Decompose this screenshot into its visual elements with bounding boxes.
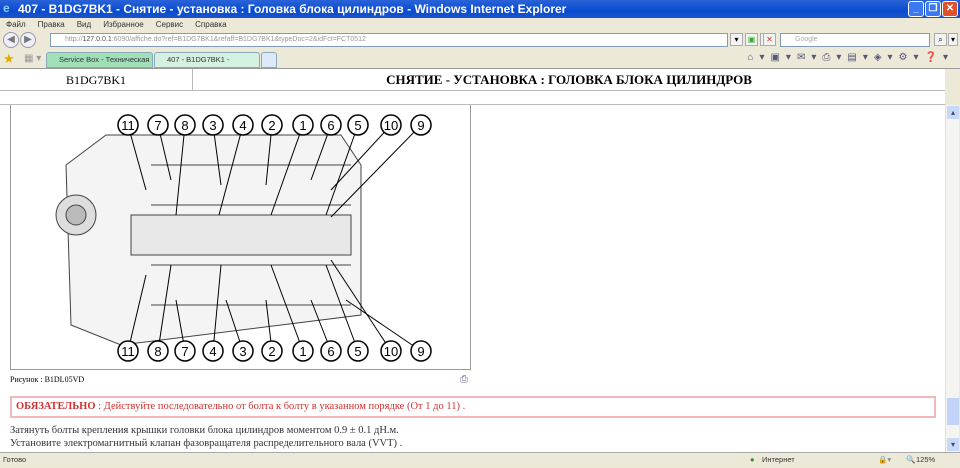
callout-label: 9: [417, 344, 424, 359]
window-title: 407 - B1DG7BK1 - Снятие - установка : Го…: [18, 2, 567, 16]
callout-label: 3: [209, 118, 216, 133]
instruction-line-2: Установите электромагнитный клапан фазов…: [10, 438, 403, 449]
close-button[interactable]: ✕: [942, 1, 958, 17]
figure-frame: 11 7 8 3 4 2 1 6 5 10 9 11 8 7 4 3 2 1 6 5 10 9: [10, 105, 471, 370]
callout-label: 6: [327, 118, 334, 133]
vertical-scrollbar[interactable]: ▴ ▾: [945, 105, 959, 452]
menu-edit[interactable]: Правка: [38, 20, 65, 29]
search-icon[interactable]: ⌕: [934, 33, 947, 46]
callout-label: 8: [154, 344, 161, 359]
zoom-level[interactable]: 125%: [916, 453, 935, 467]
callout-label: 10: [384, 344, 398, 359]
doc-code: B1DG7BK1: [0, 69, 193, 91]
ie-logo-icon: e: [3, 1, 10, 15]
favorites-star-icon[interactable]: ★: [3, 51, 15, 67]
page-title: СНЯТИЕ - УСТАНОВКА : ГОЛОВКА БЛОКА ЦИЛИН…: [386, 72, 752, 87]
command-bar-icons[interactable]: ⌂▾▣▾✉▾⎙▾▤▾◈▾⚙▾❓▾: [747, 52, 954, 63]
menu-file[interactable]: Файл: [6, 20, 26, 29]
warning-text: : Действуйте последовательно от болта к …: [95, 401, 466, 412]
tab-active[interactable]: 407 - B1DG7BK1 - Сняти... X: [154, 52, 260, 78]
callout-label: 7: [181, 344, 188, 359]
search-input[interactable]: Google: [780, 33, 930, 47]
title-bar: e 407 - B1DG7BK1 - Снятие - установка : …: [0, 0, 960, 18]
dropdown-icon[interactable]: ▾: [730, 33, 743, 46]
status-text: Готово: [3, 455, 27, 464]
tab-bar: ★ ▦ ▾ Service Box - Техническая ... 407 …: [0, 49, 960, 78]
figure-caption: Рисунок : B1DL05VD: [10, 375, 85, 384]
doc-header: B1DG7BK1 СНЯТИЕ - УСТАНОВКА : ГОЛОВКА БЛ…: [0, 69, 945, 91]
menu-bar: Файл Правка Вид Избранное Сервис Справка: [0, 18, 960, 31]
callout-label: 1: [299, 344, 306, 359]
protected-mode-icon[interactable]: 🔒▾: [878, 453, 891, 467]
scroll-up-icon[interactable]: ▴: [947, 106, 959, 119]
callout-label: 2: [268, 118, 275, 133]
callout-label: 11: [121, 344, 135, 359]
status-bar: Готово ● Интернет 🔒▾ 🔍 125%: [0, 452, 960, 468]
scroll-down-icon[interactable]: ▾: [947, 438, 959, 451]
address-input[interactable]: http://127.0.0.1:6090/affiche.do?ref=B1D…: [50, 33, 728, 47]
engine-diagram: 11 7 8 3 4 2 1 6 5 10 9 11 8 7 4 3 2 1 6 5 10 9: [55, 114, 432, 362]
warning-box: ОБЯЗАТЕЛЬНО : Действуйте последовательно…: [10, 396, 936, 418]
callout-label: 2: [268, 344, 275, 359]
url-prefix: http://: [65, 36, 83, 43]
menu-tools[interactable]: Сервис: [156, 20, 183, 29]
warning-label: ОБЯЗАТЕЛЬНО: [16, 401, 96, 412]
new-tab-button[interactable]: [261, 52, 277, 68]
globe-icon: ●: [750, 455, 755, 464]
zone-text: Интернет: [762, 455, 795, 464]
forward-button[interactable]: ▶: [20, 32, 36, 48]
menu-favorites[interactable]: Избранное: [103, 20, 144, 29]
print-figure-icon[interactable]: ⎙: [460, 374, 468, 385]
minimize-button[interactable]: _: [908, 1, 924, 17]
callout-label: 11: [121, 118, 135, 133]
search-options-icon[interactable]: ▾: [948, 33, 958, 46]
callout-label: 5: [354, 344, 361, 359]
quick-tabs-icon[interactable]: ▦ ▾: [24, 53, 41, 64]
page-content: B1DG7BK1 СНЯТИЕ - УСТАНОВКА : ГОЛОВКА БЛ…: [0, 69, 945, 452]
callout-label: 8: [181, 118, 188, 133]
search-placeholder: Google: [795, 36, 818, 43]
menu-view[interactable]: Вид: [77, 20, 91, 29]
callout-label: 10: [384, 118, 398, 133]
tab-service-box[interactable]: Service Box - Техническая ...: [46, 52, 153, 78]
callout-label: 7: [154, 118, 161, 133]
callout-label: 4: [209, 344, 216, 359]
scroll-thumb[interactable]: [947, 398, 959, 425]
callout-label: 5: [354, 118, 361, 133]
callout-label: 1: [299, 118, 306, 133]
zoom-icon[interactable]: 🔍: [906, 453, 915, 467]
restore-button[interactable]: ❐: [925, 1, 941, 17]
callout-label: 9: [417, 118, 424, 133]
callout-label: 6: [327, 344, 334, 359]
stop-icon[interactable]: ✕: [763, 33, 776, 46]
callout-label: 3: [239, 344, 246, 359]
url-rest: :6090/affiche.do?ref=B1DG7BK1&refaff=B1D…: [111, 36, 366, 43]
instruction-line-1: Затянуть болты крепления крышки головки …: [10, 425, 399, 436]
back-button[interactable]: ◀: [3, 32, 19, 48]
menu-help[interactable]: Справка: [195, 20, 226, 29]
address-bar-row: ◀ ▶ http://127.0.0.1:6090/affiche.do?ref…: [0, 31, 960, 49]
url-host: 127.0.0.1: [82, 36, 112, 43]
callout-label: 4: [239, 118, 246, 133]
compat-icon[interactable]: ▣: [745, 33, 758, 46]
